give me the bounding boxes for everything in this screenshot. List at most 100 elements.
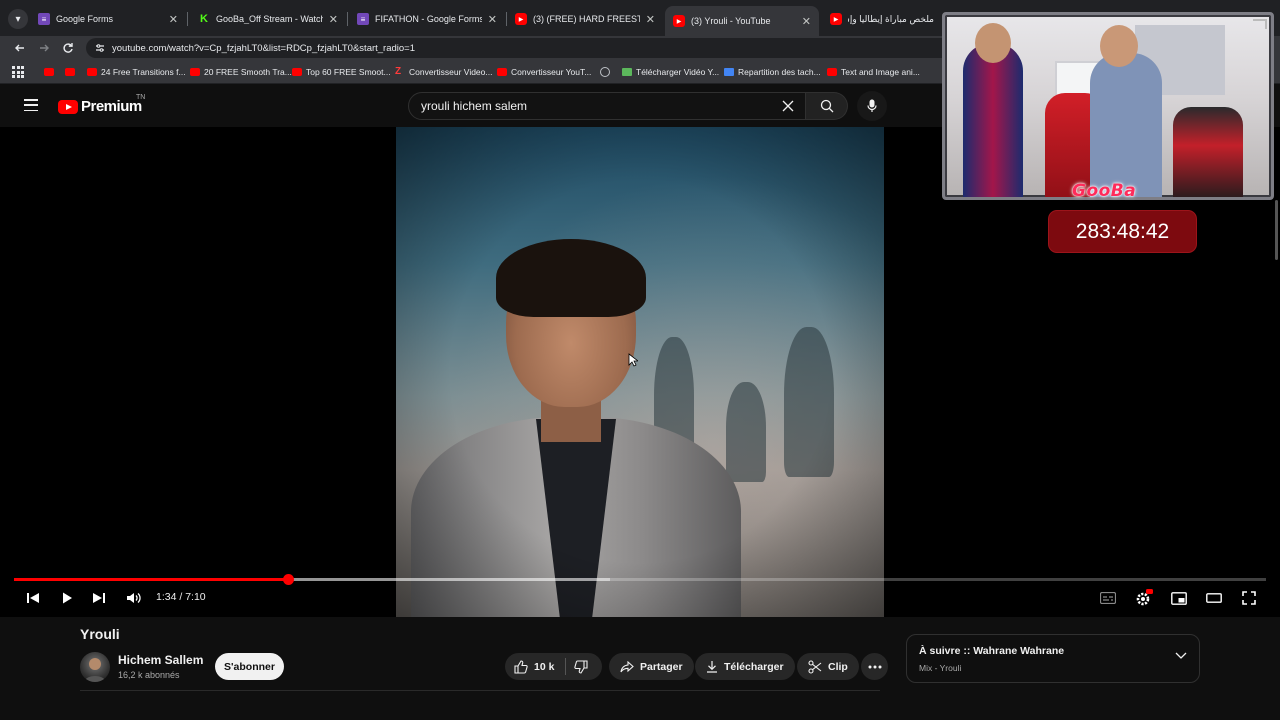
youtube-logo[interactable]: Premium TN: [58, 94, 145, 115]
bookmark-label: Convertisseur Video...: [409, 67, 493, 77]
close-icon[interactable]: ✕: [329, 13, 338, 26]
next-button[interactable]: [90, 589, 108, 607]
stream-brand-logo: GooBa: [1072, 181, 1137, 201]
more-horizontal-icon: [868, 665, 881, 668]
scrollbar[interactable]: [1275, 200, 1278, 260]
bookmark-item[interactable]: Text and Image ani...: [827, 65, 920, 79]
subtitles-button[interactable]: [1098, 589, 1118, 607]
youtube-play-icon: [58, 99, 78, 114]
divider: [80, 690, 880, 691]
youtube-icon: [65, 68, 75, 76]
forward-button[interactable]: [36, 40, 52, 56]
youtube-icon: [497, 68, 507, 76]
bookmark-item[interactable]: [44, 65, 58, 79]
up-next-title: À suivre :: Wahrane Wahrane: [919, 645, 1065, 657]
bookmark-label: Convertisseur YouT...: [511, 67, 592, 77]
subscribe-button[interactable]: S'abonner: [215, 653, 284, 680]
country-code: TN: [136, 94, 146, 101]
chevron-down-icon[interactable]: [1175, 652, 1187, 660]
voice-search-button[interactable]: [857, 91, 887, 121]
clip-button[interactable]: Clip: [797, 653, 859, 680]
channel-name[interactable]: Hichem Sallem: [118, 653, 203, 667]
webcam-overlay: [942, 12, 1274, 200]
miniplayer-icon: [1171, 591, 1187, 605]
mouse-cursor-icon: [628, 353, 638, 367]
bookmark-item[interactable]: Convertisseur YouT...: [497, 65, 591, 79]
avatar[interactable]: [80, 652, 110, 682]
search-button[interactable]: [806, 92, 848, 120]
doc-icon: [724, 68, 734, 76]
bookmark-label: Top 60 FREE Smoot...: [306, 67, 391, 77]
tab-fifathon-forms[interactable]: ≡ FIFATHON - Google Forms ✕: [349, 6, 505, 32]
more-actions-button[interactable]: [861, 653, 888, 680]
bookmark-item[interactable]: 24 Free Transitions f...: [87, 65, 186, 79]
progress-bar[interactable]: [14, 574, 1266, 585]
bookmark-item[interactable]: Top 60 FREE Smoot...: [292, 65, 391, 79]
search-input[interactable]: [421, 99, 771, 113]
bookmark-label: Text and Image ani...: [841, 67, 920, 77]
bookmark-item[interactable]: [600, 65, 614, 79]
bookmark-item[interactable]: [65, 65, 79, 79]
fullscreen-button[interactable]: [1239, 589, 1259, 607]
reload-button[interactable]: [60, 40, 76, 56]
gear-icon: [1136, 589, 1153, 606]
stream-timer: 283:48:42: [1048, 210, 1197, 253]
menu-icon[interactable]: [24, 99, 38, 111]
forms-icon: ≡: [38, 13, 50, 25]
microphone-icon: [867, 99, 877, 112]
kick-icon: K: [198, 13, 210, 25]
apps-grid-icon[interactable]: [12, 66, 24, 78]
address-bar[interactable]: youtube.com/watch?v=Cp_fzjahLT0&list=RDC…: [86, 38, 986, 58]
close-icon[interactable]: ✕: [488, 13, 497, 26]
clip-label: Clip: [828, 660, 848, 673]
bookmark-item[interactable]: Télécharger Vidéo Y...: [622, 65, 719, 79]
tab-google-forms[interactable]: ≡ Google Forms ✕: [30, 6, 186, 32]
bookmark-item[interactable]: Repartition des tach...: [724, 65, 821, 79]
download-button[interactable]: Télécharger: [695, 653, 795, 680]
search-box: [408, 92, 806, 120]
tab-gooba-stream[interactable]: K GooBa_Off Stream - Watch Live ✕: [190, 6, 346, 32]
close-icon[interactable]: ✕: [646, 13, 655, 26]
volume-button[interactable]: [124, 589, 144, 607]
settings-button[interactable]: [1133, 589, 1155, 607]
like-button[interactable]: 10 k: [505, 653, 565, 680]
tab-divider: [347, 12, 348, 26]
clear-search-icon[interactable]: [781, 99, 795, 113]
close-icon[interactable]: ✕: [169, 13, 178, 26]
theater-mode-button[interactable]: [1204, 589, 1224, 607]
play-button[interactable]: [58, 589, 76, 607]
previous-button[interactable]: [24, 589, 42, 607]
subscriber-count: 16,2 k abonnés: [118, 670, 180, 680]
tab-match-summary[interactable]: ▶ ملخص مباراة إيطاليا وإسلوبيا: [822, 6, 942, 32]
download-label: Télécharger: [724, 660, 784, 673]
site-info-icon[interactable]: [94, 43, 106, 53]
bookmark-item[interactable]: 20 FREE Smooth Tra...: [190, 65, 292, 79]
bookmark-label: Repartition des tach...: [738, 67, 821, 77]
volume-icon: [127, 593, 141, 603]
up-next-card[interactable]: À suivre :: Wahrane Wahrane Mix - Yrouli: [906, 634, 1200, 683]
thumbs-down-icon: [574, 659, 588, 674]
tab-yrouli-youtube[interactable]: ▶ (3) Yrouli - YouTube ✕: [665, 6, 819, 36]
youtube-icon: [827, 68, 837, 76]
close-icon[interactable]: ✕: [802, 15, 811, 28]
bookmark-label: 20 FREE Smooth Tra...: [204, 67, 292, 77]
youtube-icon: [87, 68, 97, 76]
tab-freestyle-youtube[interactable]: ▶ (3) (FREE) HARD FREESTYLE BO ✕: [507, 6, 663, 32]
miniplayer-button[interactable]: [1169, 589, 1189, 607]
youtube-icon: [44, 68, 54, 76]
arrow-right-icon: [40, 44, 49, 52]
bookmark-item[interactable]: Z Convertisseur Video...: [395, 65, 492, 79]
tab-label: (3) Yrouli - YouTube: [691, 16, 771, 26]
video-title: Yrouli: [80, 626, 120, 642]
back-button[interactable]: [12, 40, 28, 56]
dislike-button[interactable]: [566, 653, 602, 680]
like-count: 10 k: [534, 660, 555, 673]
tab-search-button[interactable]: ▾: [8, 9, 28, 29]
tab-label: (3) (FREE) HARD FREESTYLE BO: [533, 14, 640, 24]
share-button[interactable]: Partager: [609, 653, 694, 680]
forms-icon: ≡: [357, 13, 369, 25]
theater-icon: [1206, 593, 1222, 603]
skip-previous-icon: [27, 593, 39, 603]
time-display: 1:34 / 7:10: [156, 591, 206, 603]
skip-next-icon: [93, 593, 105, 603]
